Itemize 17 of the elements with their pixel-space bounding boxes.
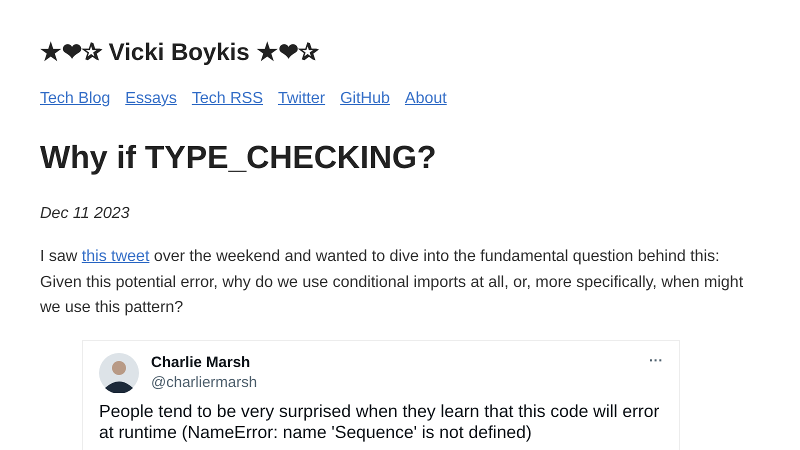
tweet-author: Charlie Marsh [151, 352, 252, 372]
nav-link[interactable]: Tech RSS [192, 89, 263, 109]
tweet-text-line: at runtime (NameError: name 'Sequence' is not defined) [99, 422, 533, 442]
tweet-text-line: People tend to be very surprised when they learn that this code will error [99, 400, 660, 422]
site-title: ★❤✰ Vicki Boykis ★❤✰ [40, 38, 320, 68]
tweet-handle: @charliermarsh [151, 372, 258, 392]
nav-link[interactable]: Tech Blog [40, 89, 110, 109]
avatar-icon [99, 352, 139, 392]
nav-link[interactable]: GitHub [340, 89, 390, 109]
post-date: Dec 11 2023 [40, 204, 131, 224]
nav-link[interactable]: About [404, 89, 447, 109]
nav-link[interactable]: Twitter [278, 89, 326, 109]
tweet-link[interactable]: this tweet [82, 248, 150, 265]
more-button[interactable]: ··· [649, 352, 663, 366]
intro-paragraph: I saw this tweet over the weekend and wanted to dive into the fundamental question behind this: Given this potential error, why do we use conditional imports at all, or, more specifically, when might we use this pattern? [40, 247, 744, 318]
nav-link[interactable]: Essays [125, 89, 177, 109]
post-title: Why if TYPE_CHECKING? [40, 138, 438, 176]
